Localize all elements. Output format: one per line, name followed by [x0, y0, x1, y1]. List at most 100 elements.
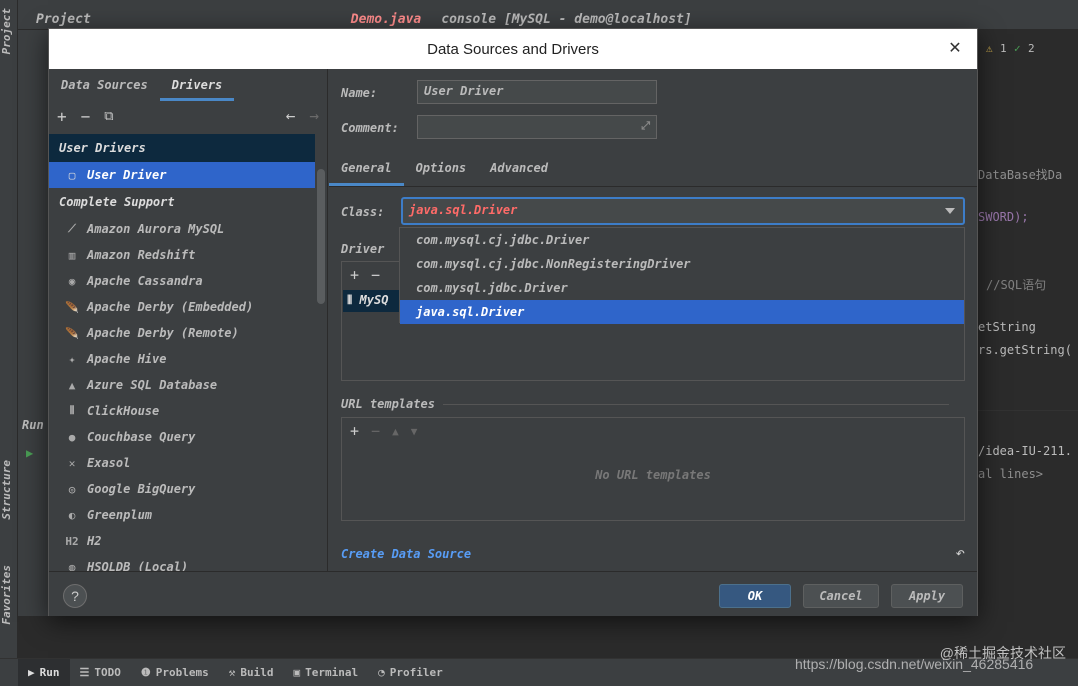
expand-icon[interactable]: ⤢ [641, 119, 650, 133]
remove-template-icon[interactable]: − [371, 422, 380, 440]
bigquery-icon: ◎ [68, 482, 76, 496]
warning-icon: ⚠ [986, 42, 993, 55]
duplicate-icon[interactable]: ⧉ [104, 109, 113, 124]
run-tool-button[interactable]: ▶ Run [18, 658, 70, 686]
driver-item[interactable]: ✦ Apache Hive [49, 346, 315, 372]
tab-general[interactable]: General [329, 149, 404, 186]
create-data-source-link[interactable]: Create Data Source [341, 547, 471, 561]
run-tool-label: Run [39, 666, 60, 679]
driver-item[interactable]: 🪶 Apache Derby (Remote) [49, 320, 315, 346]
run-output-line: /idea-IU-211. [978, 444, 1072, 458]
favorites-side-label[interactable]: Favorites [0, 565, 13, 625]
driver-item[interactable]: ◉ Apache Cassandra [49, 268, 315, 294]
add-icon[interactable]: + [57, 107, 67, 126]
terminal-icon: ▣ [293, 666, 301, 679]
driver-item[interactable]: ◎ Google BigQuery [49, 476, 315, 502]
driver-item[interactable]: ▲ Azure SQL Database [49, 372, 315, 398]
comment-field[interactable]: ⤢ [417, 115, 657, 139]
sidebar-scrollbar[interactable] [317, 169, 325, 304]
couchbase-icon: ● [68, 430, 76, 444]
url-templates-header: URL templates [341, 397, 949, 411]
run-output-line: al lines> [978, 467, 1044, 481]
aurora-icon: ⟋ [68, 222, 76, 235]
driver-item-label: H2 [87, 534, 102, 548]
terminal-tool-button[interactable]: ▣ Terminal [283, 659, 368, 686]
remove-file-icon[interactable]: − [371, 266, 380, 284]
class-option-selected[interactable]: java.sql.Driver [400, 300, 964, 324]
dialog-footer: ? OK Cancel Apply [49, 571, 977, 616]
editor-code-line: etString [978, 320, 1036, 334]
driver-item[interactable]: ▥ Amazon Redshift [49, 242, 315, 268]
ide-toolbar: Project Demo.java console [MySQL - demo@… [0, 0, 1078, 30]
tab-options[interactable]: Options [404, 149, 479, 186]
driver-item[interactable]: ● Couchbase Query [49, 424, 315, 450]
driver-item-label: Amazon Redshift [87, 248, 196, 262]
redshift-icon: ▥ [68, 248, 76, 262]
derby-icon: 🪶 [65, 326, 79, 340]
url-templates-toolbar: + − ▲ ▼ [342, 418, 964, 444]
driver-item[interactable]: 🪶 Apache Derby (Embedded) [49, 294, 315, 320]
driver-item-user-driver[interactable]: ▢ User Driver [49, 162, 315, 188]
driver-item-label: Exasol [87, 456, 131, 470]
profiler-icon: ◔ [378, 666, 385, 679]
driver-file-row[interactable]: ⦀ MySQ [343, 290, 403, 312]
add-template-icon[interactable]: + [350, 422, 359, 440]
class-option[interactable]: com.mysql.cj.jdbc.NonRegisteringDriver [400, 252, 964, 276]
driver-item-label: Azure SQL Database [87, 378, 218, 392]
revert-icon[interactable]: ↶ [955, 543, 965, 562]
build-tool-button[interactable]: ⚒ Build [219, 659, 284, 686]
project-side-label[interactable]: Project [0, 8, 13, 54]
divider [442, 403, 949, 405]
drivers-sidebar: Data Sources Drivers + − ⧉ ← → User Driv… [49, 69, 328, 571]
rerun-icon[interactable]: ▶ [26, 446, 33, 460]
run-panel-area [18, 616, 1078, 660]
move-down-icon[interactable]: ▼ [411, 425, 418, 438]
driver-item-label: Google BigQuery [87, 482, 196, 496]
name-field[interactable]: User Driver [417, 80, 657, 104]
forward-arrow-icon[interactable]: → [309, 106, 319, 125]
driver-item[interactable]: ⟋ Amazon Aurora MySQL [49, 216, 315, 242]
add-file-icon[interactable]: + [350, 266, 359, 284]
editor-code-line: DataBase找Da [978, 168, 1063, 182]
remove-icon[interactable]: − [81, 107, 91, 126]
problems-tool-button[interactable]: ❶ Problems [131, 659, 219, 686]
derby-icon: 🪶 [65, 300, 79, 314]
driver-item[interactable]: H2 H2 [49, 528, 315, 554]
dialog-title-bar: Data Sources and Drivers ✕ [49, 29, 977, 69]
driver-files-label: Driver [341, 242, 385, 256]
hive-icon: ✦ [68, 352, 76, 366]
editor-area: ⚠ 1 ✓ 2 DataBase找Da SWORD); //SQL语句 etSt… [978, 30, 1078, 410]
class-combobox[interactable]: java.sql.Driver [401, 197, 965, 225]
ok-count: 2 [1028, 42, 1035, 55]
move-up-icon[interactable]: ▲ [392, 425, 399, 438]
todo-tool-button[interactable]: ☰ TODO [70, 659, 131, 686]
driver-item[interactable]: ✕ Exasol [49, 450, 315, 476]
back-arrow-icon[interactable]: ← [286, 106, 296, 125]
project-panel: Run ▶ [18, 30, 48, 660]
dialog-title: Data Sources and Drivers [427, 40, 599, 58]
complete-support-header: Complete Support [59, 195, 175, 209]
apply-button[interactable]: Apply [891, 584, 963, 608]
class-option[interactable]: com.mysql.cj.jdbc.Driver [400, 228, 964, 252]
tab-advanced[interactable]: Advanced [478, 149, 560, 186]
class-option[interactable]: com.mysql.jdbc.Driver [400, 276, 964, 300]
tab-drivers[interactable]: Drivers [159, 78, 235, 101]
warnings-count: 1 [1000, 42, 1007, 55]
driver-item[interactable]: ⦀ ClickHouse [49, 398, 315, 424]
h2-icon: H2 [65, 534, 79, 548]
editor-code-line: rs.getString( [978, 343, 1072, 357]
profiler-tool-button[interactable]: ◔ Profiler [368, 659, 453, 686]
azure-icon: ▲ [68, 378, 76, 392]
driver-item[interactable]: ◍ HSQLDB (Local) [49, 554, 315, 571]
driver-item[interactable]: ◐ Greenplum [49, 502, 315, 528]
cancel-button[interactable]: Cancel [803, 584, 879, 608]
ok-button[interactable]: OK [719, 584, 791, 608]
close-icon[interactable]: ✕ [945, 39, 965, 59]
name-label: Name: [341, 86, 378, 100]
class-dropdown-popup: com.mysql.cj.jdbc.Driver com.mysql.cj.jd… [399, 227, 965, 324]
chevron-down-icon[interactable] [945, 208, 955, 214]
help-button[interactable]: ? [63, 584, 87, 608]
user-driver-icon: ▢ [68, 168, 76, 182]
tab-data-sources[interactable]: Data Sources [49, 78, 160, 101]
structure-side-label[interactable]: Structure [0, 460, 13, 520]
